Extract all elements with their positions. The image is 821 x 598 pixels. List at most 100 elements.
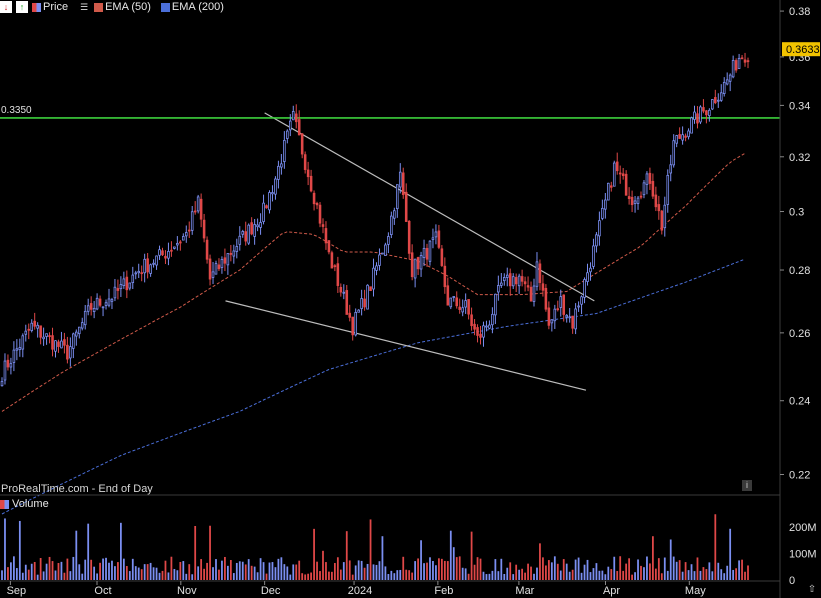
volume-bar xyxy=(363,567,366,580)
volume-bar xyxy=(90,559,93,580)
volume-bar xyxy=(660,573,663,580)
volume-bar xyxy=(586,559,589,580)
candle-body xyxy=(15,348,19,351)
candle-body xyxy=(508,273,512,287)
volume-bar xyxy=(21,572,24,580)
volume-bar xyxy=(666,570,669,580)
candle-body xyxy=(363,298,366,308)
candle-body xyxy=(182,236,185,241)
candle-body xyxy=(190,211,194,231)
candle-body xyxy=(66,344,69,360)
candle-body xyxy=(327,240,331,253)
arrow-up-icon[interactable]: ↑ xyxy=(16,1,28,13)
volume-bar xyxy=(396,570,399,580)
volume-bar xyxy=(277,558,280,580)
volume-bar xyxy=(15,568,18,580)
candle-body xyxy=(196,196,200,212)
volume-bar xyxy=(515,564,518,580)
price-chart[interactable]: 0.3350 0.380.360.340.320.30.280.260.240.… xyxy=(0,0,821,598)
candle-body xyxy=(467,299,470,315)
candle-body xyxy=(176,242,179,246)
volume-bar xyxy=(307,573,310,580)
candle-body xyxy=(598,220,601,237)
volume-bar xyxy=(351,574,354,580)
volume-bar xyxy=(114,566,116,580)
candle-body xyxy=(580,296,583,305)
candle-body xyxy=(722,81,726,94)
arrow-up-small-icon[interactable]: ⇧ xyxy=(806,584,818,596)
candle-body xyxy=(375,265,378,271)
candle-body xyxy=(633,200,637,204)
candle-body xyxy=(6,359,10,368)
candle-body xyxy=(520,276,524,282)
info-icon[interactable]: i xyxy=(742,480,752,491)
candle-body xyxy=(167,251,170,259)
volume-bar xyxy=(720,569,723,580)
volume-bar xyxy=(542,557,544,580)
list-icon[interactable]: ☰ xyxy=(78,1,90,13)
volume-bar xyxy=(663,557,666,580)
volume-bar xyxy=(170,556,173,580)
price-tick-label: 0.24 xyxy=(789,396,810,408)
volume-bar xyxy=(372,564,375,580)
candle-body xyxy=(476,327,479,336)
volume-bar xyxy=(173,568,176,580)
candle-body xyxy=(725,79,729,85)
candle-body xyxy=(235,246,239,252)
candle-body xyxy=(321,224,325,227)
arrow-down-icon[interactable]: ↓ xyxy=(0,1,12,13)
candle-body xyxy=(604,199,607,210)
time-tick-label: Dec xyxy=(261,585,281,597)
volume-bar xyxy=(325,562,327,580)
candle-body xyxy=(315,202,319,206)
volume-bar xyxy=(30,563,33,580)
legend-item-price[interactable]: Price xyxy=(32,1,68,13)
volume-bar xyxy=(494,559,497,580)
candle-body xyxy=(268,192,271,211)
volume-bar xyxy=(209,525,211,580)
volume-bar xyxy=(530,566,532,580)
candle-body xyxy=(354,312,357,336)
volume-bar xyxy=(547,560,550,580)
candle-body xyxy=(378,254,381,266)
candle-body xyxy=(514,277,518,285)
candle-body xyxy=(187,229,191,232)
volume-bar xyxy=(348,560,351,580)
volume-bar xyxy=(521,568,524,580)
volume-bar xyxy=(598,570,601,580)
volume-bar xyxy=(479,558,482,580)
volume-bar xyxy=(708,562,711,580)
legend-item-ema200[interactable]: EMA (200) xyxy=(160,1,224,13)
candle-body xyxy=(300,133,304,155)
candle-body xyxy=(12,349,16,363)
candle-body xyxy=(104,302,108,306)
volume-bar xyxy=(747,565,749,580)
volume-bar xyxy=(357,560,360,580)
volume-bar xyxy=(286,566,289,580)
price-tick-label: 0.38 xyxy=(789,6,810,18)
volume-bar xyxy=(235,562,238,580)
volume-legend[interactable]: Volume xyxy=(0,497,49,511)
volume-bar xyxy=(84,559,87,580)
volume-bar xyxy=(506,567,509,580)
candle-body xyxy=(274,178,277,195)
volume-bar xyxy=(654,568,657,580)
candle-body xyxy=(497,285,500,293)
volume-bar xyxy=(518,569,521,580)
candle-body xyxy=(669,164,673,174)
legend-item-ema50[interactable]: EMA (50) xyxy=(94,1,151,13)
candle-body xyxy=(577,305,580,308)
candle-body xyxy=(621,173,625,177)
volume-bar xyxy=(336,557,339,580)
candle-body xyxy=(500,282,503,286)
candle-body xyxy=(309,175,313,192)
candle-body xyxy=(728,74,732,82)
candle-body xyxy=(357,309,360,313)
candle-body xyxy=(511,276,515,287)
volume-bar xyxy=(426,562,428,580)
volume-bar xyxy=(604,574,607,580)
candle-body xyxy=(95,297,99,310)
volume-bar xyxy=(283,564,286,580)
candle-body xyxy=(746,60,750,63)
volume-bar xyxy=(533,573,535,580)
